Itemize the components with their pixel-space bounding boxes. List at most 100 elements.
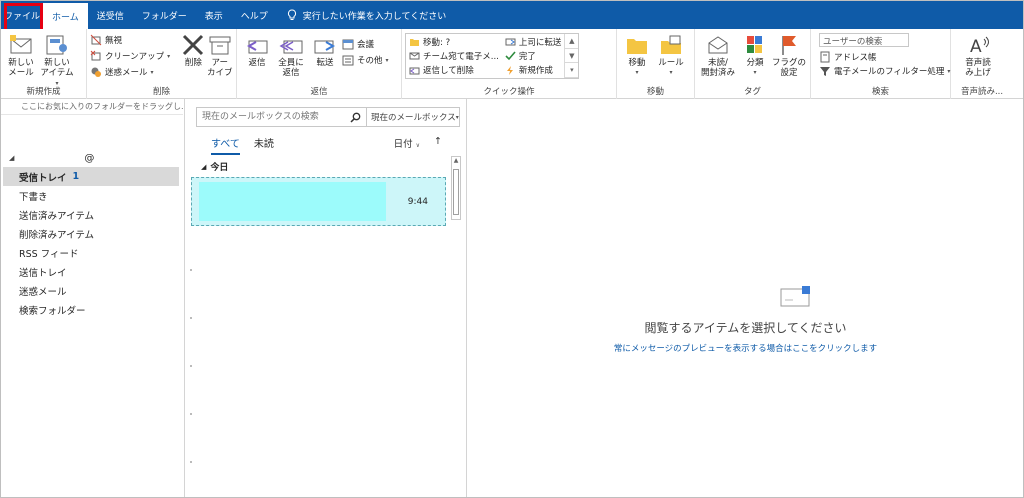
group-new-label: 新規作成: [26, 87, 61, 97]
funnel-icon: [820, 67, 830, 76]
unread-count: 1: [72, 171, 80, 182]
list-item[interactable]: 9:44: [191, 177, 446, 226]
new-items-icon: [46, 35, 67, 55]
tab-folder[interactable]: フォルダー: [133, 1, 196, 29]
folder-deleted-items[interactable]: 削除済みアイテム: [1, 224, 183, 243]
reading-pane-empty-message: 閲覧するアイテムを選択してください: [644, 321, 847, 335]
sort-by-dropdown[interactable]: 日付 ∨: [394, 136, 420, 150]
delete-x-icon: [183, 34, 204, 56]
chevron-down-icon: ▾: [455, 113, 459, 121]
search-icon[interactable]: [345, 108, 367, 126]
team-mail-icon: [409, 52, 420, 60]
collapse-triangle-icon: ◢: [201, 162, 207, 171]
folder-drafts[interactable]: 下書き: [1, 186, 183, 205]
categorize-icon: [747, 36, 762, 53]
filter-all[interactable]: すべて: [211, 135, 240, 155]
meeting-icon: [342, 39, 354, 50]
outlook-window: ファイル ホーム 送受信 フォルダー 表示 ヘルプ 実行したい作業を入力してくだ…: [0, 0, 1024, 498]
quick-step-create-new[interactable]: 新規作成: [505, 64, 562, 77]
folder-rss-feeds[interactable]: RSS フィード: [1, 243, 183, 262]
folder-inbox[interactable]: 受信トレイ 1: [3, 167, 179, 186]
group-quick-steps: 移動: ? チーム宛て電子メ... 返信して削除 上司に転送 完了 新規作成 ▲…: [402, 29, 617, 99]
group-speech: A 音声読 み上げ 音声読み...: [951, 29, 1013, 99]
message-list: 現在のメールボックス ▾ すべて 未読 日付 ∨ ↑ ◢ 今日 9:44 ▲: [184, 99, 467, 497]
svg-text:A: A: [970, 37, 982, 57]
ribbon-tab-bar: ファイル ホーム 送受信 フォルダー 表示 ヘルプ 実行したい作業を入力してくだ…: [1, 1, 1023, 29]
folder-outbox[interactable]: 送信トレイ: [1, 262, 183, 281]
group-delete: 無視 クリーンアップ ▾ 迷惑メール ▾ 削除 アー カイブ 削除: [87, 29, 237, 99]
quick-step-move-to[interactable]: 移動: ?: [409, 35, 499, 48]
quick-step-team-email[interactable]: チーム宛て電子メ...: [409, 49, 499, 62]
reply-delete-icon: [409, 67, 420, 75]
quick-step-done[interactable]: 完了: [505, 49, 562, 62]
tab-home[interactable]: ホーム: [43, 3, 88, 29]
quick-steps-gallery: 移動: ? チーム宛て電子メ... 返信して削除 上司に転送 完了 新規作成 ▲…: [405, 33, 580, 79]
expand-triangle-icon[interactable]: ◢: [9, 154, 14, 162]
group-delete-label: 削除: [152, 87, 170, 97]
address-book-icon: [820, 51, 830, 63]
chevron-up-icon[interactable]: ▲: [565, 34, 579, 49]
chevron-down-icon[interactable]: ▼: [565, 49, 579, 64]
group-quick-steps-label: クイック操作: [483, 87, 535, 97]
scroll-up-icon[interactable]: ▲: [452, 157, 460, 167]
meeting-button[interactable]: 会議: [342, 37, 393, 51]
sort-direction-arrow-icon[interactable]: ↑: [434, 136, 442, 150]
redacted-sender-subject: [199, 182, 386, 221]
account-header[interactable]: ◢ @: [1, 149, 183, 167]
quick-step-to-manager[interactable]: 上司に転送: [505, 35, 561, 48]
tab-view[interactable]: 表示: [196, 1, 232, 29]
move-folder-icon: [627, 39, 647, 54]
quick-step-reply-delete[interactable]: 返信して削除: [409, 64, 499, 77]
address-book-button[interactable]: アドレス帳: [819, 50, 947, 64]
group-header-today[interactable]: ◢ 今日: [201, 160, 228, 174]
filter-tabs: すべて 未読: [211, 135, 274, 155]
envelope-open-icon: [708, 36, 728, 54]
read-aloud-icon: A: [970, 36, 989, 57]
tab-file[interactable]: ファイル: [1, 1, 43, 29]
list-dividers: [190, 269, 192, 463]
tell-me-box[interactable]: 実行したい作業を入力してください: [277, 9, 446, 22]
cleanup-icon: [90, 50, 101, 61]
group-move-label: 移動: [646, 87, 664, 97]
more-icon: [342, 55, 354, 66]
group-tags: 未読/ 開封済み 分類 ▾ フラグの 設定 タグ: [695, 29, 811, 99]
group-respond: 返信 全員に 返信 転送 会議 その他 ▾ 返信: [237, 29, 402, 99]
always-preview-link[interactable]: 常にメッセージのプレビューを表示する場合はここをクリックします: [467, 342, 1023, 354]
ignore-button[interactable]: 無視: [90, 33, 174, 47]
ignore-icon: [90, 34, 102, 46]
tab-send-receive[interactable]: 送受信: [88, 1, 133, 29]
scroll-thumb[interactable]: [453, 169, 459, 215]
group-find-label: 検索: [871, 87, 889, 97]
cleanup-button[interactable]: クリーンアップ ▾: [90, 49, 174, 63]
more-respond-button[interactable]: その他 ▾: [342, 53, 393, 67]
group-move: 移動 ▾ ルール ▾ 移動: [617, 29, 695, 99]
folder-search-folders[interactable]: 検索フォルダー: [1, 300, 183, 319]
list-scrollbar[interactable]: ▲: [451, 156, 461, 220]
expand-gallery-icon[interactable]: ▾: [565, 63, 579, 79]
search-input[interactable]: [197, 108, 345, 126]
reading-pane: 閲覧するアイテムを選択してください 常にメッセージのプレビューを表示する場合はこ…: [467, 99, 1023, 497]
filter-unread[interactable]: 未読: [254, 135, 274, 155]
folder-junk-email[interactable]: 迷惑メール: [1, 281, 183, 300]
search-people-input[interactable]: ユーザーの検索: [819, 33, 909, 47]
new-mail-icon: [10, 35, 32, 54]
tab-help[interactable]: ヘルプ: [232, 1, 277, 29]
lightbulb-icon: [287, 9, 296, 20]
flag-icon: [782, 36, 796, 55]
checkmark-icon: [505, 51, 516, 61]
folder-icon: [410, 39, 419, 47]
group-tags-label: タグ: [743, 87, 761, 97]
envelope-icon: [780, 286, 810, 307]
folder-sent-items[interactable]: 送信済みアイテム: [1, 205, 183, 224]
group-new: 新しい メール 新しい アイテム ▾ 新規作成: [1, 29, 87, 99]
junk-icon: [91, 67, 101, 77]
filter-email-button[interactable]: 電子メールのフィルター処理 ▾: [819, 64, 950, 78]
forward-icon: [314, 40, 336, 54]
quick-steps-scroll[interactable]: ▲ ▼ ▾: [564, 34, 579, 79]
search-scope-dropdown[interactable]: 現在のメールボックス ▾: [367, 108, 459, 126]
junk-button[interactable]: 迷惑メール ▾: [90, 65, 174, 79]
archive-icon: [209, 36, 231, 55]
group-speech-label: 音声読み...: [960, 87, 1004, 97]
reply-icon: [246, 40, 268, 54]
favorites-hint: ここにお気に入りのフォルダーをドラッグし... ‹: [1, 99, 183, 115]
